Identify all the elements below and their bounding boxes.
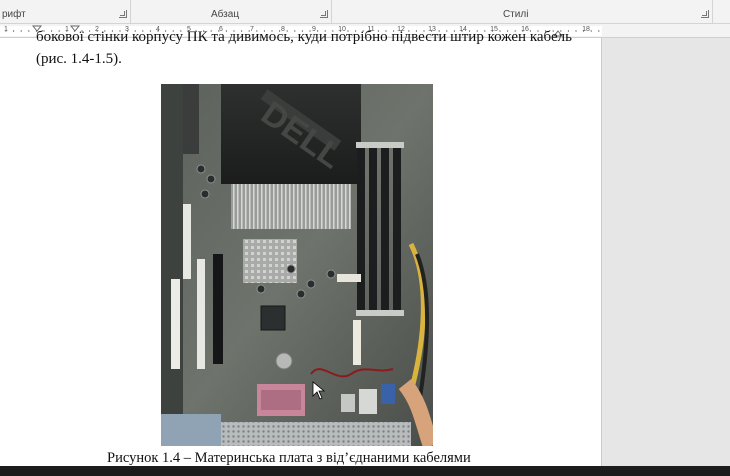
taskbar-edge xyxy=(0,466,730,476)
styles-dialog-launcher-icon[interactable] xyxy=(701,10,709,18)
ribbon-group-styles-label: Стилі xyxy=(503,9,529,20)
ribbon-separator xyxy=(130,0,131,24)
ribbon-separator xyxy=(712,0,713,24)
document-page[interactable]: бокової стінки корпусу ПК та дивимось, к… xyxy=(0,29,602,470)
font-dialog-launcher-icon[interactable] xyxy=(119,10,127,18)
motherboard-photo: DELL xyxy=(161,84,433,446)
paragraph-line-partial: бокової стінки корпусу ПК та дивимось, к… xyxy=(36,29,572,45)
ribbon-separator xyxy=(331,0,332,24)
figure-caption: Рисунок 1.4 – Материнська плата з від’єд… xyxy=(107,450,471,466)
ribbon-group-paragraph-label: Абзац xyxy=(211,9,240,20)
motherboard-photo-figure[interactable]: DELL xyxy=(161,84,433,446)
paragraph-dialog-launcher-icon[interactable] xyxy=(320,10,328,18)
paragraph-line-figure-reference: (рис. 1.4-1.5). xyxy=(36,51,122,67)
ruler-number: 18 xyxy=(582,26,590,33)
ruler-number: 1 xyxy=(4,26,8,33)
ribbon-group-font-label: рифт xyxy=(2,9,26,20)
ribbon-group-labels: рифт Абзац Стилі xyxy=(0,0,730,24)
